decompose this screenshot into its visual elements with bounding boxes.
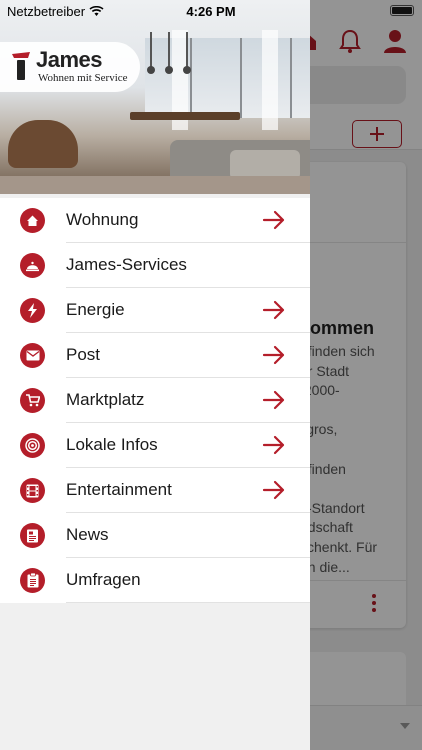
arrow-right-icon [262,300,285,320]
menu-item-label: Entertainment [66,480,172,499]
arrow-right-icon [262,480,285,500]
menu-item-wohnung[interactable]: Wohnung [0,198,310,243]
arrow-right-icon [262,390,285,410]
menu-item-label: Marktplatz [66,390,145,409]
james-logo: James Wohnen mit Service [0,42,140,92]
menu-item-label: Lokale Infos [66,435,158,454]
menu-item-umfragen[interactable]: Umfragen [0,558,310,603]
menu-item-lokale-infos[interactable]: Lokale Infos [0,423,310,468]
menu-item-news[interactable]: News [0,513,310,558]
menu-list: Wohnung James-Services Energie Post Mark… [0,198,310,603]
arrow-right-icon [262,345,285,365]
navigation-drawer: James Wohnen mit Service Wohnung James-S… [0,0,310,750]
menu-item-label: Post [66,345,101,364]
lightning-icon [20,298,45,323]
menu-item-energie[interactable]: Energie [0,288,310,333]
home-icon [20,208,45,233]
menu-item-label: News [66,525,109,544]
menu-item-marktplatz[interactable]: Marktplatz [0,378,310,423]
menu-item-james-services[interactable]: James-Services [0,243,310,288]
logo-name: James [36,47,103,72]
arrow-right-icon [262,210,285,230]
status-time: 4:26 PM [186,4,236,19]
arrow-right-icon [262,435,285,455]
menu-item-label: Umfragen [66,570,141,589]
envelope-icon [20,343,45,368]
target-icon [20,433,45,458]
menu-item-label: Wohnung [66,210,139,229]
shopping-cart-icon [20,388,45,413]
clipboard-icon [20,568,45,593]
battery-icon [390,5,414,16]
menu-item-entertainment[interactable]: Entertainment [0,468,310,513]
header-image [0,0,310,194]
logo-mark-icon [12,52,30,80]
service-bell-icon [20,253,45,278]
menu-item-post[interactable]: Post [0,333,310,378]
newspaper-icon [20,523,45,548]
status-bar: Netzbetreiber 4:26 PM [0,0,422,22]
menu-divider [66,602,310,603]
logo-tagline: Wohnen mit Service [38,72,128,84]
film-icon [20,478,45,503]
menu-item-label: James-Services [66,255,187,274]
menu-item-label: Energie [66,300,125,319]
